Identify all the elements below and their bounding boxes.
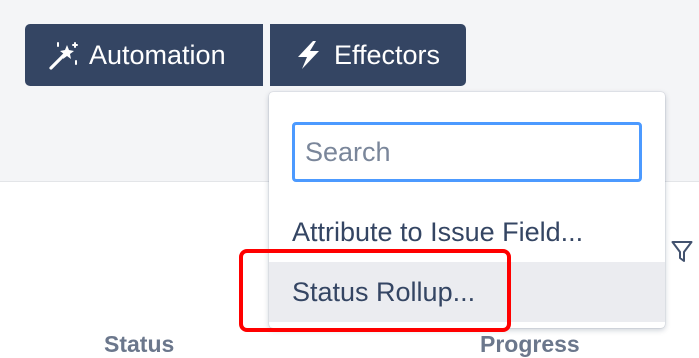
effectors-label: Effectors [334, 39, 441, 70]
effectors-dropdown-menu: Attribute to Issue Field... Status Rollu… [269, 92, 665, 328]
menu-item-label: Attribute to Issue Field... [292, 216, 584, 247]
lightning-bolt-icon [292, 39, 324, 71]
automation-label: Automation [89, 39, 226, 70]
search-input[interactable] [292, 122, 642, 182]
column-header-progress[interactable]: Progress [480, 331, 580, 358]
filter-icon[interactable] [671, 240, 693, 264]
automation-button[interactable]: Automation [25, 24, 263, 86]
effectors-button[interactable]: Effectors [270, 24, 466, 86]
magic-wand-icon [47, 39, 79, 71]
menu-item-label: Status Rollup... [292, 276, 476, 307]
menu-item-status-rollup[interactable]: Status Rollup... [269, 262, 665, 322]
column-header-status[interactable]: Status [104, 331, 174, 358]
menu-item-attribute-to-issue-field[interactable]: Attribute to Issue Field... [269, 202, 665, 262]
